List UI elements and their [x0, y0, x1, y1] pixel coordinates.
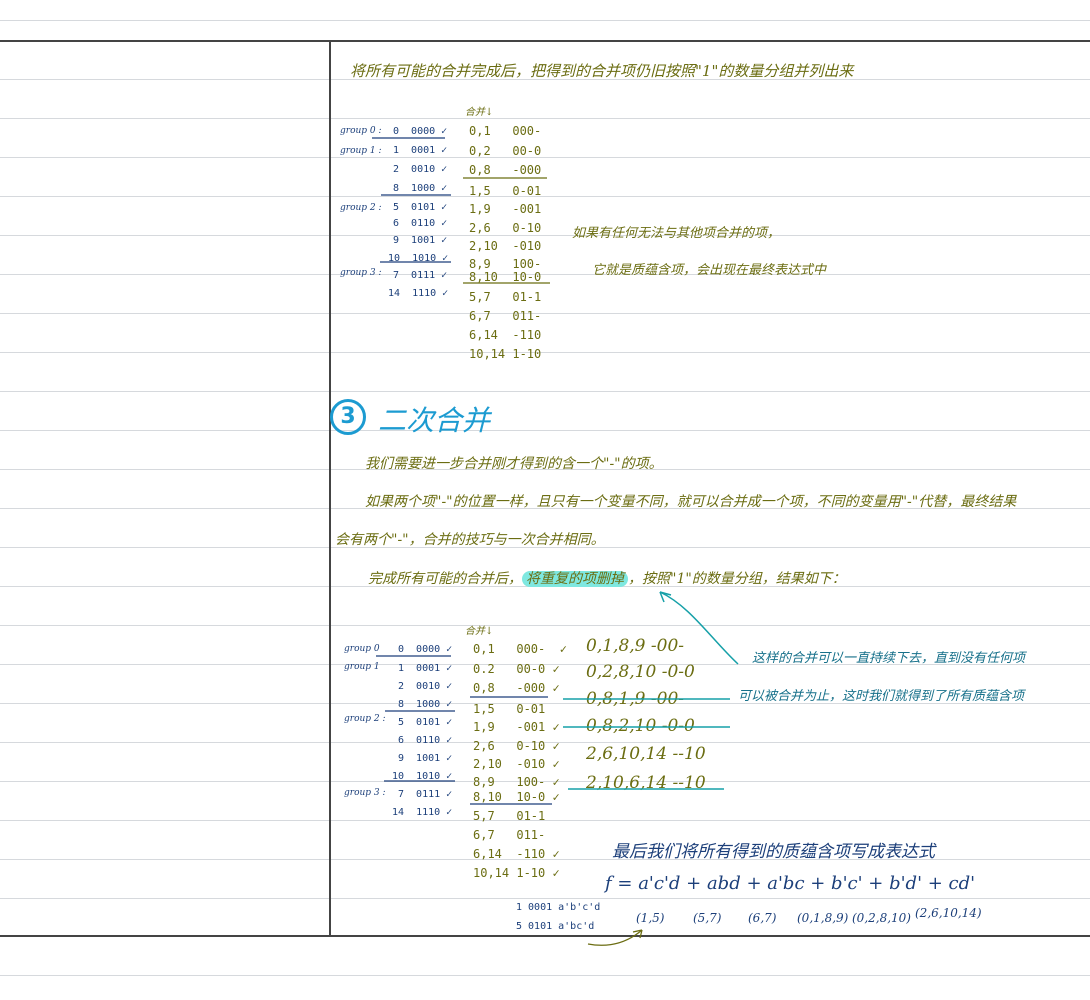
annotation-strokes [372, 137, 739, 946]
arrow-to-highlight [659, 591, 739, 665]
